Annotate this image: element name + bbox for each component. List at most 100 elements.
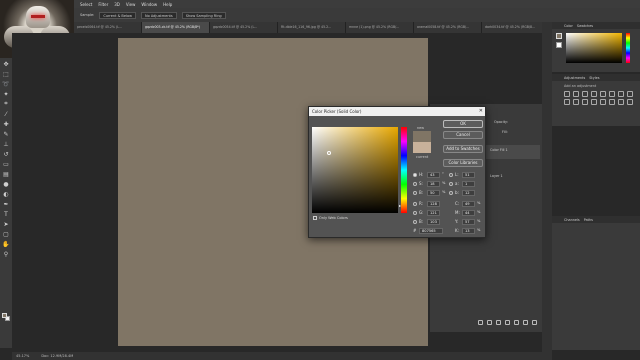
menu-help[interactable]: Help [163, 2, 172, 7]
l-field[interactable]: 51 [462, 172, 475, 178]
menu-filter[interactable]: Filter [98, 2, 108, 7]
fg-bg-swatches[interactable] [2, 313, 10, 321]
b-radio[interactable] [413, 191, 417, 195]
eraser-icon[interactable]: ▭ [2, 160, 10, 168]
menu-select[interactable]: Select [80, 2, 92, 7]
s-radio[interactable] [413, 182, 417, 186]
color-field-cursor[interactable] [327, 151, 331, 155]
doc-tab[interactable]: dark0034.tif @ 45.2% (RGB/8... [482, 22, 550, 33]
y-field[interactable]: 57 [462, 219, 475, 225]
levels-icon[interactable] [573, 91, 579, 97]
doc-tab[interactable]: Rt-dble16_116_96.jpg @ 45.2... [278, 22, 346, 33]
posterize-icon[interactable] [600, 99, 606, 105]
menu-view[interactable]: View [126, 2, 136, 7]
brush-icon[interactable]: ✎ [2, 130, 10, 138]
tab-adjustments[interactable]: Adjustments [564, 76, 585, 80]
layer-name[interactable]: Color Fill 1 [490, 148, 508, 152]
history-brush-icon[interactable]: ↺ [2, 150, 10, 158]
only-web-colors-option[interactable]: Only Web Colors [313, 216, 348, 220]
tab-swatches[interactable]: Swatches [577, 24, 593, 28]
s-field[interactable]: 18 [427, 181, 440, 187]
panel-background-swatch[interactable] [556, 42, 562, 48]
lab-b-radio[interactable] [449, 191, 453, 195]
g-radio[interactable] [413, 211, 417, 215]
blur-icon[interactable]: ● [2, 180, 10, 188]
hue-slider[interactable] [401, 127, 407, 213]
gradient-map-icon[interactable] [627, 99, 633, 105]
layer-name[interactable]: Layer 1 [490, 174, 503, 178]
threshold-icon[interactable] [609, 99, 615, 105]
color-lookup-icon[interactable] [582, 99, 588, 105]
move-icon[interactable]: ✥ [2, 60, 10, 68]
a-radio[interactable] [449, 182, 453, 186]
shape-icon[interactable]: ▢ [2, 230, 10, 238]
doc-tab[interactable]: mnne (1).png @ 45.2% (RGB/... [346, 22, 414, 33]
h-field[interactable]: 43 [427, 172, 440, 178]
doc-tab-active[interactable]: gqzdc003-ck.tif @ 45.2% (RGB/8*) [142, 22, 210, 33]
ok-button[interactable]: OK [443, 120, 483, 128]
color-balance-icon[interactable] [618, 91, 624, 97]
k-field[interactable]: 13 [462, 228, 475, 234]
new-layer-icon[interactable] [523, 320, 528, 325]
dodge-icon[interactable]: ◐ [2, 190, 10, 198]
hue-slider-arrow-icon[interactable]: ▸ [399, 203, 401, 208]
curves-icon[interactable] [582, 91, 588, 97]
marquee-icon[interactable]: ⬚ [2, 70, 10, 78]
selected-layer-row[interactable] [478, 145, 540, 159]
g-field[interactable]: 121 [427, 210, 440, 216]
hue-sat-icon[interactable] [609, 91, 615, 97]
type-icon[interactable]: T [2, 210, 10, 218]
stamp-icon[interactable]: ⊥ [2, 140, 10, 148]
b-field[interactable]: 50 [427, 190, 440, 196]
blue-field[interactable]: 103 [427, 219, 440, 225]
channel-mixer-icon[interactable] [573, 99, 579, 105]
adjust-layer-icon[interactable] [505, 320, 510, 325]
tab-styles[interactable]: Styles [589, 76, 599, 80]
r-radio[interactable] [413, 202, 417, 206]
a-field[interactable]: 1 [462, 181, 475, 187]
photo-filter-icon[interactable] [564, 99, 570, 105]
selective-color-icon[interactable] [618, 99, 624, 105]
menu-window[interactable]: Window [141, 2, 157, 7]
blue-radio[interactable] [413, 220, 417, 224]
doc-tab[interactable]: gqzdc0054.tif @ 45.2% (L... [210, 22, 278, 33]
fx-icon[interactable] [487, 320, 492, 325]
hue-slider[interactable] [626, 33, 630, 63]
vibrance-icon[interactable] [600, 91, 606, 97]
heal-icon[interactable]: ✚ [2, 120, 10, 128]
close-icon[interactable]: ✕ [479, 108, 483, 114]
hand-icon[interactable]: ✋ [2, 240, 10, 248]
color-libraries-button[interactable]: Color Libraries [443, 159, 483, 167]
gradient-icon[interactable]: ▤ [2, 170, 10, 178]
lasso-icon[interactable]: ➰ [2, 80, 10, 88]
zoom-icon[interactable]: ⚲ [2, 250, 10, 258]
zoom-level[interactable]: 45.17% [16, 354, 29, 358]
pen-icon[interactable]: ✒ [2, 200, 10, 208]
hex-field[interactable]: 807565 [419, 228, 443, 234]
h-radio[interactable] [413, 173, 417, 177]
m-field[interactable]: 44 [462, 210, 475, 216]
foreground-color-swatch[interactable] [2, 313, 7, 318]
sampling-ring-checkbox[interactable]: Show Sampling Ring [181, 11, 226, 19]
wand-icon[interactable]: ✦ [2, 90, 10, 98]
panel-foreground-swatch[interactable] [556, 33, 562, 39]
path-select-icon[interactable]: ➤ [2, 220, 10, 228]
no-adjustments-option[interactable]: No Adjustments [140, 11, 177, 19]
lab-b-field[interactable]: 12 [462, 190, 475, 196]
mask-icon[interactable] [496, 320, 501, 325]
l-radio[interactable] [449, 173, 453, 177]
only-web-colors-checkbox[interactable] [313, 216, 317, 220]
cancel-button[interactable]: Cancel [443, 131, 483, 139]
menu-3d[interactable]: 3D [114, 2, 120, 7]
c-field[interactable]: 49 [462, 201, 475, 207]
current-color-swatch[interactable] [413, 142, 431, 153]
tab-paths[interactable]: Paths [584, 218, 593, 222]
crop-icon[interactable]: ⌗ [2, 100, 10, 108]
eyedropper-icon[interactable]: ⁄ [2, 110, 10, 118]
exposure-icon[interactable] [591, 91, 597, 97]
folder-icon[interactable] [514, 320, 519, 325]
link-icon[interactable] [478, 320, 483, 325]
sample-select[interactable]: Current & Below [99, 11, 136, 19]
r-field[interactable]: 128 [427, 201, 440, 207]
bw-icon[interactable] [627, 91, 633, 97]
